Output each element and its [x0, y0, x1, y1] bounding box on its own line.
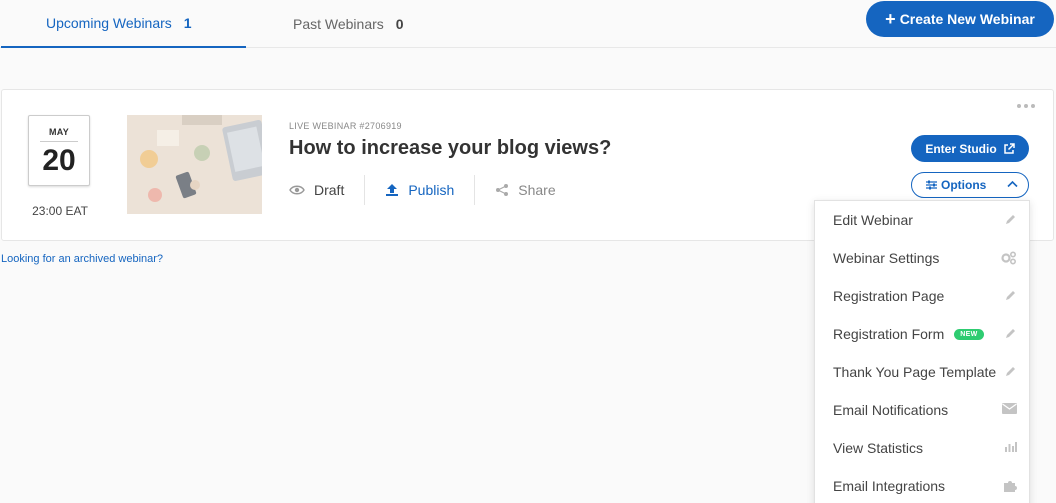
enter-studio-button[interactable]: Enter Studio [911, 135, 1029, 162]
menu-item-label: View Statistics [833, 440, 923, 456]
divider [474, 175, 476, 205]
sliders-icon [926, 180, 937, 190]
share-action[interactable]: Share [495, 182, 556, 198]
menu-item-label: Registration Form [833, 326, 945, 342]
more-options-icon[interactable] [1017, 104, 1035, 108]
tab-count: 0 [395, 16, 404, 32]
envelope-icon [1002, 403, 1017, 414]
pencil-icon [1006, 329, 1015, 338]
share-icon [496, 184, 509, 196]
menu-item-label: Email Notifications [833, 402, 949, 418]
tab-label: Upcoming Webinars [46, 15, 172, 31]
menu-item-label: Edit Webinar [833, 212, 913, 228]
puzzle-icon [1004, 481, 1017, 492]
tab-label: Past Webinars [293, 16, 384, 32]
webinar-id-label: LIVE WEBINAR #2706919 [289, 121, 402, 131]
webinar-thumbnail[interactable] [127, 115, 262, 214]
create-label: Create New Webinar [899, 11, 1035, 27]
menu-item-label: Email Integrations [833, 478, 946, 494]
divider [364, 175, 366, 205]
tab-count: 1 [183, 15, 192, 31]
pencil-icon [1006, 291, 1015, 300]
share-label: Share [518, 182, 556, 198]
date-day: 20 [42, 144, 76, 177]
tab-past-webinars[interactable]: Past Webinars 0 [293, 0, 404, 48]
date-divider [40, 141, 78, 142]
new-badge: NEW [954, 328, 984, 340]
menu-item-registration-page[interactable]: Registration Page [815, 277, 1029, 315]
menu-item-label: Webinar Settings [833, 250, 940, 266]
tab-upcoming-webinars[interactable]: Upcoming Webinars 1 [1, 0, 246, 48]
options-button[interactable]: Options [911, 172, 1029, 198]
pencil-icon [1006, 367, 1015, 376]
date-badge: MAY 20 [28, 115, 90, 186]
webinar-actions: Draft Publish Share [289, 175, 556, 205]
publish-action[interactable]: Publish [385, 182, 454, 198]
webinar-title[interactable]: How to increase your blog views? [289, 137, 611, 160]
menu-item-thank-you-page-template[interactable]: Thank You Page Template [815, 353, 1029, 391]
menu-item-view-statistics[interactable]: View Statistics [815, 429, 1029, 467]
external-link-icon [1003, 142, 1015, 154]
menu-item-label: Thank You Page Template [833, 364, 997, 380]
plus-icon: + [885, 9, 896, 29]
eye-icon [289, 185, 305, 195]
gears-icon [1001, 251, 1017, 265]
options-dropdown-menu: Edit Webinar Webinar Settings Registrati… [814, 200, 1030, 503]
menu-item-label: Registration Page [833, 288, 945, 304]
create-new-webinar-button[interactable]: + Create New Webinar [866, 1, 1054, 37]
menu-item-webinar-settings[interactable]: Webinar Settings [815, 239, 1029, 277]
bar-chart-icon [1005, 442, 1017, 452]
menu-item-registration-form[interactable]: Registration Form NEW [815, 315, 1029, 353]
chevron-up-icon [1007, 180, 1018, 188]
menu-item-email-integrations[interactable]: Email Integrations [815, 467, 1029, 503]
webinar-time: 23:00 EAT [32, 204, 88, 218]
draft-action[interactable]: Draft [289, 182, 344, 198]
menu-item-edit-webinar[interactable]: Edit Webinar [815, 201, 1029, 239]
enter-studio-label: Enter Studio [925, 141, 997, 156]
menu-item-email-notifications[interactable]: Email Notifications [815, 391, 1029, 429]
date-month: MAY [48, 127, 70, 137]
publish-label: Publish [408, 182, 455, 198]
pencil-icon [1006, 215, 1015, 224]
archived-webinar-link[interactable]: Looking for an archived webinar? [1, 253, 163, 265]
options-label: Options [941, 178, 987, 192]
draft-label: Draft [314, 182, 345, 198]
upload-icon [386, 184, 399, 196]
